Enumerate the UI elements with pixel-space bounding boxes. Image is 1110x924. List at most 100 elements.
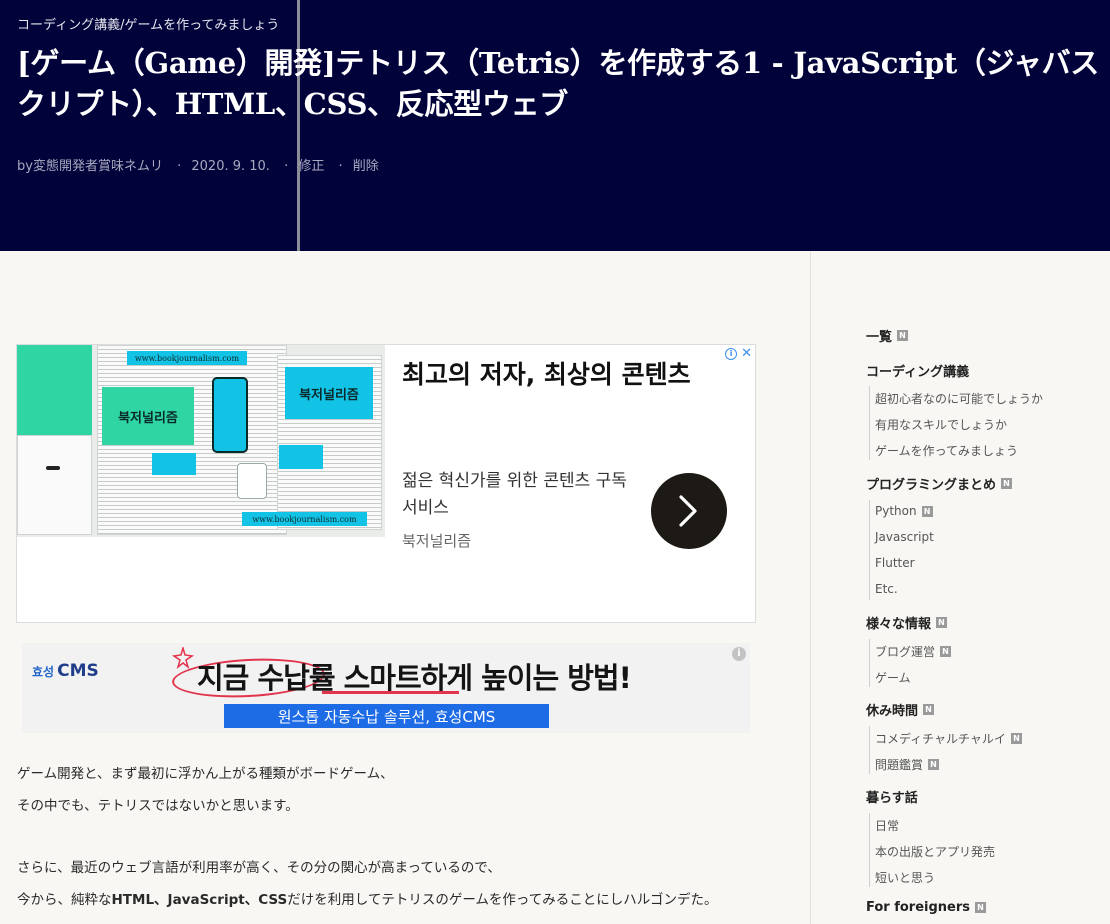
sidebar-item[interactable]: Etc. bbox=[875, 582, 898, 596]
ad-logo-prefix: 효성 bbox=[32, 665, 55, 679]
ad-art-phone bbox=[212, 377, 248, 453]
new-badge: N bbox=[921, 505, 933, 517]
info-icon[interactable]: i bbox=[725, 347, 738, 360]
new-badge: N bbox=[940, 646, 952, 657]
ad-logo-name: CMS bbox=[57, 661, 99, 681]
sidebar-item[interactable]: 有用なスキルでしょうか bbox=[875, 416, 1007, 433]
sidebar-head-label: プログラミングまとめ bbox=[866, 478, 997, 493]
new-badge: N bbox=[936, 617, 948, 628]
sidebar-item[interactable]: ブログ運営 N bbox=[875, 643, 952, 660]
sidebar-category-life-stories[interactable]: 暮らす話 bbox=[866, 787, 918, 806]
post-body: ゲーム開発と、まず最初に浮かん上がる種類がボードゲーム、 その中でも、テトリスで… bbox=[17, 764, 797, 922]
sidebar-head-label: 暮らす話 bbox=[866, 791, 918, 806]
sidebar-item-label: Flutter bbox=[875, 556, 915, 570]
sidebar-divider bbox=[810, 251, 811, 924]
sidebar-item[interactable]: Flutter bbox=[875, 556, 915, 570]
edit-link[interactable]: 修正 bbox=[298, 159, 324, 174]
adchoices-badge[interactable]: i ✕ bbox=[725, 346, 752, 361]
header-divider bbox=[297, 0, 300, 251]
post-date: 2020. 9. 10. bbox=[191, 159, 270, 174]
ad-art-device bbox=[237, 463, 267, 499]
sidebar-category-for-foreigners[interactable]: For foreigners N bbox=[866, 900, 987, 915]
sidebar-category-info[interactable]: 様々な情報 N bbox=[866, 613, 948, 632]
post-meta: by変態開発者賞味ネムリ · 2020. 9. 10. · 修正 · 削除 bbox=[17, 155, 383, 174]
ad-art-block bbox=[279, 445, 323, 469]
sidebar-item-label: Python bbox=[875, 504, 917, 518]
sidebar-item-label: Etc. bbox=[875, 582, 898, 596]
sidebar-item-label: 日常 bbox=[875, 819, 900, 833]
sidebar-item-label: 短いと思う bbox=[875, 871, 936, 885]
sidebar-item[interactable]: Javascript bbox=[875, 530, 934, 544]
body-text-bold: HTML、JavaScript、CSS bbox=[111, 892, 288, 908]
sidebar-category-break-time[interactable]: 休み時間 N bbox=[866, 700, 935, 719]
sidebar-item-label: Javascript bbox=[875, 530, 934, 544]
sidebar-item-label: 有用なスキルでしょうか bbox=[875, 418, 1008, 432]
chevron-right-icon bbox=[679, 495, 697, 527]
ad-image[interactable]: www.bookjournalism.com 북저널리즘 북저널리즘 www.b… bbox=[17, 345, 385, 537]
banner-ad-hyosung-cms[interactable]: 효성 CMS 지금 수납률 스마트하게 높이는 방법! 원스톱 자동수납 솔루션… bbox=[22, 643, 750, 733]
ad-headline[interactable]: 최고의 저자, 최상의 콘텐츠 bbox=[402, 355, 691, 391]
sidebar-item[interactable]: 短いと思う bbox=[875, 869, 935, 886]
new-badge: N bbox=[1001, 478, 1013, 489]
sidebar-group-rule bbox=[869, 726, 870, 774]
sidebar-item-label: ブログ運営 bbox=[875, 645, 936, 659]
info-icon[interactable]: i bbox=[732, 647, 746, 661]
sidebar-head-label: コーディング講義 bbox=[866, 365, 970, 380]
new-badge: N bbox=[897, 330, 909, 341]
post-header: コーディング講義/ゲームを作ってみましょう [ゲーム（Game）開発]テトリス（… bbox=[0, 0, 1110, 251]
ad-cta-bar[interactable]: 원스톱 자동수납 솔루션, 효성CMS bbox=[224, 704, 549, 728]
ad-logo[interactable]: 효성 CMS bbox=[32, 661, 99, 681]
display-ad-bookjournalism[interactable]: www.bookjournalism.com 북저널리즘 북저널리즘 www.b… bbox=[16, 344, 756, 623]
ad-headline[interactable]: 지금 수납률 스마트하게 높이는 방법! bbox=[197, 655, 632, 697]
sidebar-item-label: ゲーム bbox=[875, 671, 911, 685]
sidebar-head-label: 様々な情報 bbox=[866, 617, 932, 632]
sidebar-category-coding-lecture[interactable]: コーディング講義 bbox=[866, 361, 969, 380]
sidebar-item[interactable]: 本の出版とアプリ発売 bbox=[875, 843, 995, 860]
post-category[interactable]: コーディング講義/ゲームを作ってみましょう bbox=[17, 14, 279, 33]
sidebar-item[interactable]: コメディチャルチャルイ N bbox=[875, 730, 1022, 747]
post-author[interactable]: by変態開発者賞味ネムリ bbox=[17, 159, 163, 174]
sidebar-head-label: 休み時間 bbox=[866, 704, 919, 719]
sidebar-item[interactable]: Python N bbox=[875, 504, 933, 518]
meta-separator: · bbox=[284, 159, 289, 174]
sidebar-item-label: 本の出版とアプリ発売 bbox=[875, 845, 996, 859]
ad-art-block bbox=[17, 345, 92, 435]
sidebar-item[interactable]: 超初心者なのに可能でしょうか bbox=[875, 390, 1043, 407]
sidebar-group-rule bbox=[869, 386, 870, 460]
body-text-prefix: 今から、純粋な bbox=[17, 892, 112, 908]
sidebar-group-rule bbox=[869, 813, 870, 887]
sidebar-item-label: ゲームを作ってみましょう bbox=[875, 444, 1019, 458]
sidebar-item[interactable]: 問題鑑賞 N bbox=[875, 756, 940, 773]
close-icon[interactable]: ✕ bbox=[741, 346, 752, 361]
body-paragraph: さらに、最近のウェブ言語が利用率が高く、その分の関心が高まっているので、 bbox=[17, 860, 501, 876]
new-badge: N bbox=[923, 704, 935, 715]
ad-art-detail bbox=[46, 466, 60, 470]
ad-open-button[interactable] bbox=[651, 473, 727, 549]
new-badge: N bbox=[975, 902, 987, 913]
sidebar-item-label: 超初心者なのに可能でしょうか bbox=[875, 392, 1044, 406]
body-paragraph: その中でも、テトリスではないかと思います。 bbox=[17, 798, 299, 814]
new-badge: N bbox=[1010, 733, 1022, 744]
sparkle-icon bbox=[172, 647, 194, 669]
sidebar-all-link[interactable]: 一覧 N bbox=[866, 326, 909, 345]
ad-art-label: 북저널리즘 bbox=[102, 387, 194, 445]
sidebar-category-programming[interactable]: プログラミングまとめ N bbox=[866, 474, 1013, 493]
sidebar-item[interactable]: ゲームを作ってみましょう bbox=[875, 442, 1018, 459]
ad-description[interactable]: 젊은 혁신가를 위한 콘텐츠 구독 서비스 bbox=[402, 468, 642, 522]
body-paragraph: ゲーム開発と、まず最初に浮かん上がる種類がボードゲーム、 bbox=[17, 766, 394, 782]
meta-separator: · bbox=[338, 159, 343, 174]
ad-art-label: 북저널리즘 bbox=[285, 367, 373, 419]
ad-art-block bbox=[17, 435, 92, 535]
ad-brand[interactable]: 북저널리즘 bbox=[402, 530, 471, 551]
sidebar-item-label: 問題鑑賞 bbox=[875, 758, 924, 772]
sidebar-group-rule bbox=[869, 639, 870, 687]
body-paragraph: 今から、純粋なHTML、JavaScript、CSSだけを利用してテトリスのゲー… bbox=[17, 890, 797, 922]
sidebar-item-label: コメディチャルチャルイ bbox=[875, 732, 1006, 746]
sidebar-group-rule bbox=[869, 500, 870, 600]
ad-art-block bbox=[152, 453, 196, 475]
sidebar-item[interactable]: ゲーム bbox=[875, 669, 911, 686]
delete-link[interactable]: 削除 bbox=[353, 159, 379, 174]
sidebar-item[interactable]: 日常 bbox=[875, 817, 899, 834]
meta-separator: · bbox=[177, 159, 182, 174]
ad-art-url: www.bookjournalism.com bbox=[242, 512, 367, 526]
